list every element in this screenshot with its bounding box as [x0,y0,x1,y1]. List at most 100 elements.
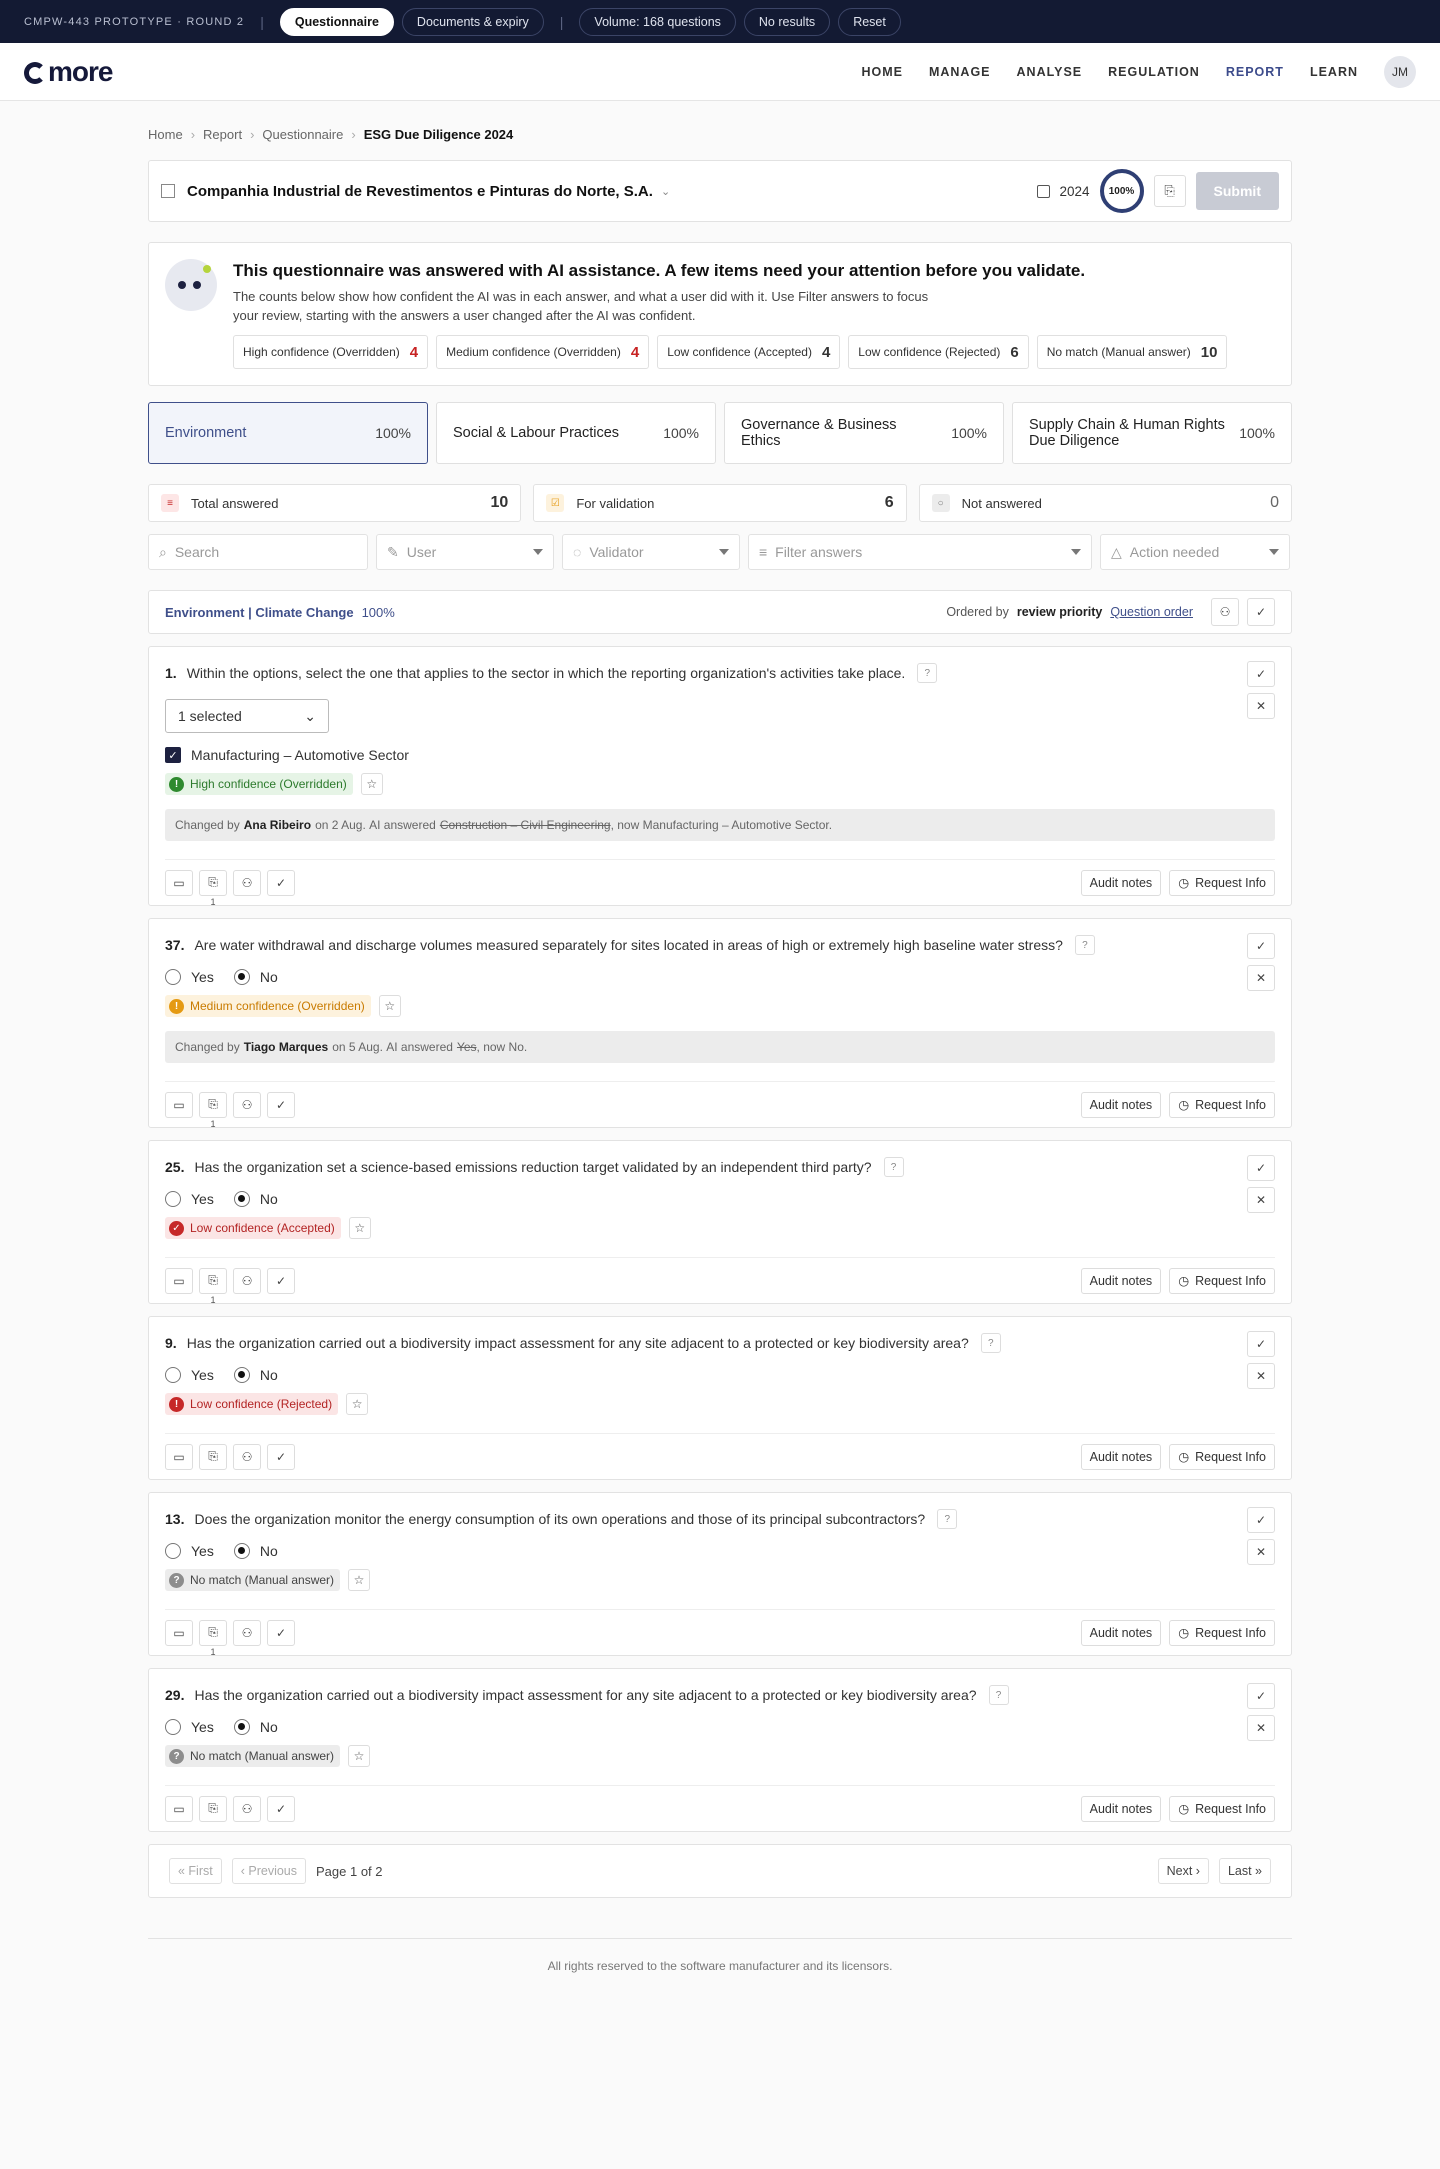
logo[interactable]: more [24,56,113,88]
last-page-button[interactable]: Last » [1218,1858,1271,1884]
assign-button[interactable]: ⚇ [233,1795,261,1822]
help-icon[interactable]: ? [980,1333,1001,1353]
comment-button[interactable]: ▭ [165,1795,193,1822]
help-icon[interactable]: ? [1074,935,1095,955]
radio-no[interactable]: No [233,1543,278,1559]
filter-answers[interactable]: ≡ Filter answers [748,534,1092,570]
help-icon[interactable]: ? [883,1157,904,1177]
attach-button[interactable]: ⎘ 1 [199,1619,227,1657]
stat-total-answered[interactable]: ≡ Total answered 10 [148,484,522,522]
approve-button[interactable]: ✓ [1247,661,1275,687]
assign-button[interactable]: ⚇ [233,869,261,896]
nav-learn[interactable]: LEARN [1310,65,1358,79]
tab-governance[interactable]: Governance & Business Ethics 100% [724,402,1004,464]
avatar[interactable]: JM [1384,55,1416,88]
previous-page-button[interactable]: ‹ Previous [231,1858,307,1884]
nav-manage[interactable]: MANAGE [929,65,991,79]
reject-button[interactable]: ✕ [1247,1539,1275,1565]
help-icon[interactable]: ? [917,663,938,683]
comment-button[interactable]: ▭ [165,1091,193,1118]
validate-button[interactable]: ✓ [267,1091,295,1118]
chip-high-overridden[interactable]: High confidence (Overridden) 4 [233,335,429,369]
validate-button[interactable]: ✓ [267,1619,295,1646]
radio-no[interactable]: No [233,1367,278,1383]
nav-analyse[interactable]: ANALYSE [1017,65,1083,79]
star-icon[interactable]: ☆ [378,995,401,1017]
question-order-link[interactable]: Question order [1110,605,1193,619]
chip-no-match[interactable]: No match (Manual answer) 10 [1036,335,1228,369]
chip-low-accepted[interactable]: Low confidence (Accepted) 4 [657,335,841,369]
request-info-button[interactable]: ◷ Request Info [1169,1443,1275,1470]
company-name[interactable]: Companhia Industrial de Revestimentos e … [187,183,653,200]
request-info-button[interactable]: ◷ Request Info [1169,1795,1275,1822]
radio-no[interactable]: No [233,969,278,985]
audit-notes-button[interactable]: Audit notes [1080,869,1162,896]
tab-environment[interactable]: Environment 100% [148,402,428,464]
assign-user-button[interactable]: ⚇ [1211,598,1239,626]
assign-button[interactable]: ⚇ [233,1619,261,1646]
request-info-button[interactable]: ◷ Request Info [1169,1619,1275,1646]
validate-button[interactable]: ✓ [267,1795,295,1822]
audit-notes-button[interactable]: Audit notes [1080,1619,1162,1646]
attach-button[interactable]: ⎘ 1 [199,869,227,907]
reject-button[interactable]: ✕ [1247,1715,1275,1741]
year-label[interactable]: 2024 [1060,184,1090,199]
star-icon[interactable]: ☆ [348,1217,371,1239]
tab-supply-chain[interactable]: Supply Chain & Human Rights Due Diligenc… [1012,402,1292,464]
validate-button[interactable]: ✓ [267,1443,295,1470]
stat-for-validation[interactable]: ☑ For validation 6 [533,484,907,522]
radio-no[interactable]: No [233,1719,278,1735]
reject-button[interactable]: ✕ [1247,1187,1275,1213]
attach-button[interactable]: ⎘ [199,1795,227,1822]
audit-notes-button[interactable]: Audit notes [1080,1267,1162,1294]
user-filter[interactable]: ✎ User [376,534,554,570]
reject-button[interactable]: ✕ [1247,1363,1275,1389]
proto-pill-reset[interactable]: Reset [838,7,901,36]
comment-button[interactable]: ▭ [165,869,193,896]
assign-button[interactable]: ⚇ [233,1443,261,1470]
attachments-button[interactable]: ⎘ [1153,175,1186,207]
assign-button[interactable]: ⚇ [233,1091,261,1118]
comment-button[interactable]: ▭ [165,1443,193,1470]
audit-notes-button[interactable]: Audit notes [1080,1795,1162,1822]
validate-button[interactable]: ✓ [267,1267,295,1294]
approve-button[interactable]: ✓ [1247,1507,1275,1533]
chip-medium-overridden[interactable]: Medium confidence (Overridden) 4 [436,335,650,369]
attach-button[interactable]: ⎘ [199,1443,227,1470]
approve-button[interactable]: ✓ [1247,933,1275,959]
next-page-button[interactable]: Next › [1157,1858,1209,1884]
help-icon[interactable]: ? [988,1685,1009,1705]
nav-regulation[interactable]: REGULATION [1108,65,1200,79]
audit-notes-button[interactable]: Audit notes [1080,1443,1162,1470]
radio-yes[interactable]: Yes [165,1543,214,1559]
radio-yes[interactable]: Yes [165,1367,214,1383]
comment-button[interactable]: ▭ [165,1619,193,1646]
crumb-home[interactable]: Home [148,127,183,142]
comment-button[interactable]: ▭ [165,1267,193,1294]
chip-low-rejected[interactable]: Low confidence (Rejected) 6 [848,335,1029,369]
nav-home[interactable]: HOME [861,65,903,79]
crumb-questionnaire[interactable]: Questionnaire [262,127,343,142]
radio-no[interactable]: No [233,1191,278,1207]
options-select[interactable]: 1 selected ⌄ [165,699,329,733]
proto-pill-documents[interactable]: Documents & expiry [401,7,544,36]
star-icon[interactable]: ☆ [348,1569,371,1591]
request-info-button[interactable]: ◷ Request Info [1169,869,1275,896]
checkbox-checked[interactable]: ✓ [165,747,181,763]
attach-button[interactable]: ⎘ 1 [199,1267,227,1305]
star-icon[interactable]: ☆ [348,1745,371,1767]
radio-yes[interactable]: Yes [165,969,214,985]
validate-button[interactable]: ✓ [267,869,295,896]
proto-pill-volume[interactable]: Volume: 168 questions [579,7,736,36]
stat-not-answered[interactable]: ○ Not answered 0 [918,484,1292,522]
radio-yes[interactable]: Yes [165,1719,214,1735]
request-info-button[interactable]: ◷ Request Info [1169,1267,1275,1294]
audit-notes-button[interactable]: Audit notes [1080,1091,1162,1118]
validate-all-button[interactable]: ✓ [1247,598,1275,626]
reject-button[interactable]: ✕ [1247,965,1275,991]
chevron-down-icon[interactable]: ⌄ [661,185,670,198]
star-icon[interactable]: ☆ [346,1393,369,1415]
tab-social[interactable]: Social & Labour Practices 100% [436,402,716,464]
validator-filter[interactable]: ◌ Validator [562,534,740,570]
crumb-report[interactable]: Report [203,127,242,142]
